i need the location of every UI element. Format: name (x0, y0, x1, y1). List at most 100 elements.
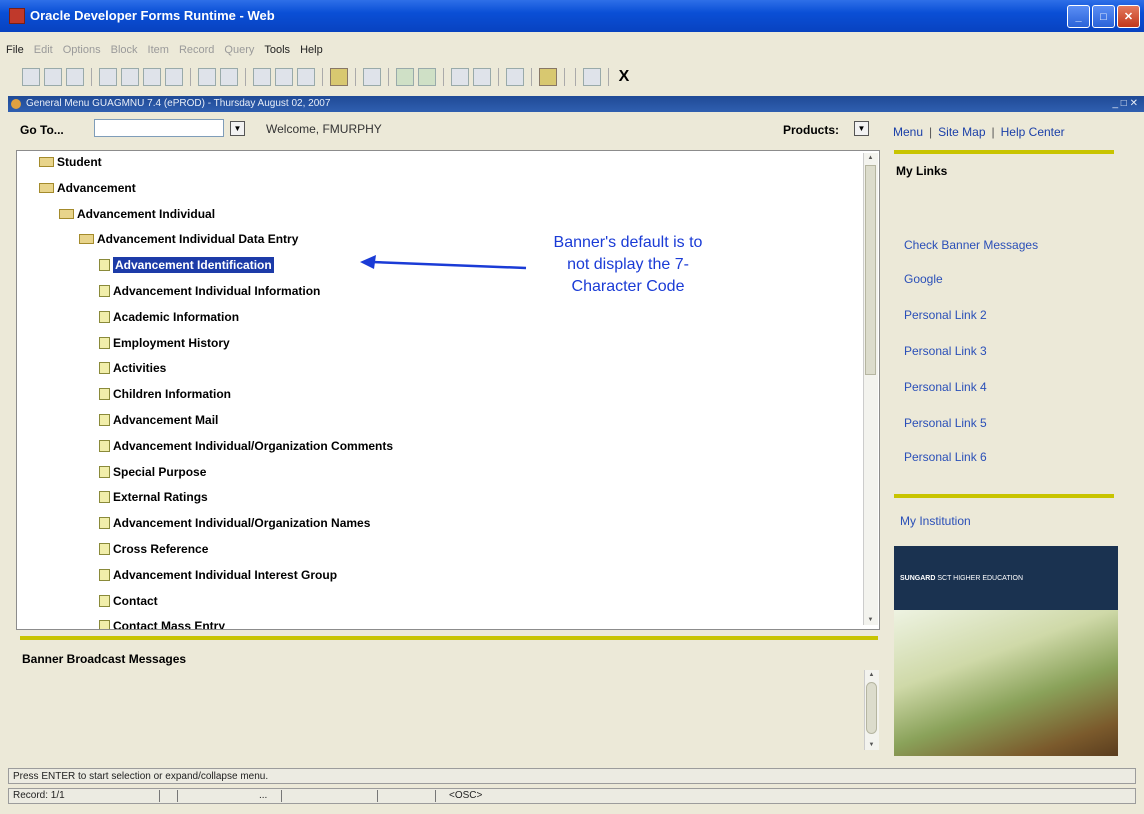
tree-item-label: Advancement (57, 180, 136, 195)
tree-scrollbar[interactable]: ▲ ▼ (863, 153, 878, 625)
folder-icon (59, 208, 74, 219)
annotation-line: Character Code (571, 278, 685, 295)
menu-file[interactable]: File (6, 44, 24, 56)
minimize-button[interactable]: _ (1067, 5, 1090, 28)
tree-folder[interactable]: Student (39, 153, 102, 171)
window-titlebar: Oracle Developer Forms Runtime - Web _ □… (0, 0, 1144, 32)
tree-form-item[interactable]: Cross Reference (99, 540, 208, 558)
banner-caption: SCT HIGHER EDUCATION (937, 574, 1024, 582)
banner-logo: SUNGARD (900, 574, 936, 582)
link-separator: | (991, 125, 995, 139)
attach-icon[interactable] (451, 68, 469, 86)
tree-item-label: Student (57, 155, 102, 169)
menu-record[interactable]: Record (179, 44, 214, 56)
close-button[interactable]: ✕ (1117, 5, 1140, 28)
top-link-site-map[interactable]: Site Map (938, 125, 985, 139)
cancel-query-icon[interactable] (297, 68, 315, 86)
scroll-up-icon[interactable]: ▲ (866, 670, 877, 680)
print-icon[interactable] (66, 68, 84, 86)
tree-form-item[interactable]: Advancement Identification (99, 256, 274, 274)
goto-dropdown-icon[interactable]: ▼ (230, 121, 245, 136)
tree-form-item[interactable]: Advancement Mail (99, 411, 218, 429)
my-link-personal-link-6[interactable]: Personal Link 6 (904, 450, 987, 464)
inner-window-title: General Menu GUAGMNU 7.4 (ePROD) - Thurs… (26, 98, 331, 109)
scroll-thumb[interactable] (865, 165, 876, 375)
exit-button[interactable]: X (616, 69, 632, 85)
tree-item-label: Cross Reference (113, 542, 209, 556)
tree-form-item[interactable]: Children Information (99, 385, 231, 403)
tree-form-item[interactable]: Contact (99, 592, 158, 610)
tree-form-item[interactable]: Advancement Individual/Organization Comm… (99, 437, 393, 455)
top-link-menu[interactable]: Menu (893, 125, 923, 139)
menu-block[interactable]: Block (111, 44, 138, 56)
form-doc-icon (99, 517, 110, 530)
my-link-personal-link-2[interactable]: Personal Link 2 (904, 308, 987, 322)
tree-item-label: Advancement Individual Interest Group (113, 567, 338, 582)
broadcast-scrollbar[interactable]: ▲ ▼ (864, 670, 879, 750)
tree-folder[interactable]: Advancement Individual (59, 205, 215, 223)
tree-item-label: Advancement Individual (77, 206, 216, 221)
tree-folder[interactable]: Advancement (39, 179, 136, 197)
maximize-button[interactable]: □ (1092, 5, 1115, 28)
site-map-icon[interactable] (539, 68, 557, 86)
goto-label: Go To... (20, 123, 64, 137)
export-word-icon[interactable] (418, 68, 436, 86)
tree-form-item[interactable]: External Ratings (99, 488, 208, 506)
options-icon[interactable] (363, 68, 381, 86)
my-link-google[interactable]: Google (904, 272, 943, 286)
tree-item-label: Advancement Mail (113, 413, 219, 427)
undo-icon[interactable] (44, 68, 62, 86)
refresh-icon[interactable] (506, 68, 524, 86)
menu-query[interactable]: Query (224, 44, 254, 56)
app-icon (9, 8, 25, 24)
tree-form-item[interactable]: Contact Mass Entry (99, 617, 225, 629)
form-icon (11, 99, 21, 109)
top-link-help-center[interactable]: Help Center (1001, 125, 1065, 139)
menu-tools[interactable]: Tools (264, 44, 290, 56)
tree-form-item[interactable]: Special Purpose (99, 463, 206, 481)
previous-record-icon[interactable] (143, 68, 161, 86)
scroll-up-icon[interactable]: ▲ (865, 153, 876, 163)
menu-item[interactable]: Item (148, 44, 169, 56)
previous-block-icon[interactable] (121, 68, 139, 86)
scroll-thumb[interactable] (866, 682, 877, 734)
tree-folder[interactable]: Advancement Individual Data Entry (79, 230, 298, 248)
tree-item-label: Contact (113, 593, 158, 608)
form-doc-icon (99, 439, 110, 452)
inner-window-controls[interactable]: _ □ ✕ (1112, 96, 1138, 112)
products-dropdown-icon[interactable]: ▼ (854, 121, 869, 136)
tree-item-label: Advancement Identification (113, 257, 274, 274)
insert-record-icon[interactable] (198, 68, 216, 86)
tree-form-item[interactable]: Activities (99, 359, 166, 377)
my-link-personal-link-5[interactable]: Personal Link 5 (904, 416, 987, 430)
help-icon[interactable] (583, 68, 601, 86)
tree-form-item[interactable]: Employment History (99, 334, 230, 352)
scroll-down-icon[interactable]: ▼ (866, 740, 877, 750)
scroll-down-icon[interactable]: ▼ (865, 615, 876, 625)
detail-icon[interactable] (473, 68, 491, 86)
my-institution-link[interactable]: My Institution (900, 514, 971, 528)
tree-form-item[interactable]: Academic Information (99, 308, 239, 326)
remove-record-icon[interactable] (220, 68, 238, 86)
divider-rule-mid (894, 494, 1114, 498)
goto-input[interactable] (94, 119, 224, 137)
menu-options[interactable]: Options (63, 44, 101, 56)
save-icon[interactable] (22, 68, 40, 86)
enter-query-icon[interactable] (253, 68, 271, 86)
menu-help[interactable]: Help (300, 44, 323, 56)
execute-query-icon[interactable] (275, 68, 293, 86)
next-record-icon[interactable] (165, 68, 183, 86)
search-icon[interactable] (330, 68, 348, 86)
form-doc-icon (99, 414, 110, 426)
export-excel-icon[interactable] (396, 68, 414, 86)
tree-form-item[interactable]: Advancement Individual/Organization Name… (99, 514, 370, 532)
first-record-icon[interactable] (99, 68, 117, 86)
tree-form-item[interactable]: Advancement Individual Interest Group (99, 566, 337, 584)
my-link-personal-link-3[interactable]: Personal Link 3 (904, 344, 987, 358)
menu-edit[interactable]: Edit (34, 44, 53, 56)
tree-form-item[interactable]: Advancement Individual Information (99, 282, 320, 300)
my-link-check-banner-messages[interactable]: Check Banner Messages (904, 238, 1038, 252)
form-doc-icon (99, 620, 110, 629)
my-link-personal-link-4[interactable]: Personal Link 4 (904, 380, 987, 394)
top-links: Menu | Site Map | Help Center (893, 125, 1065, 139)
